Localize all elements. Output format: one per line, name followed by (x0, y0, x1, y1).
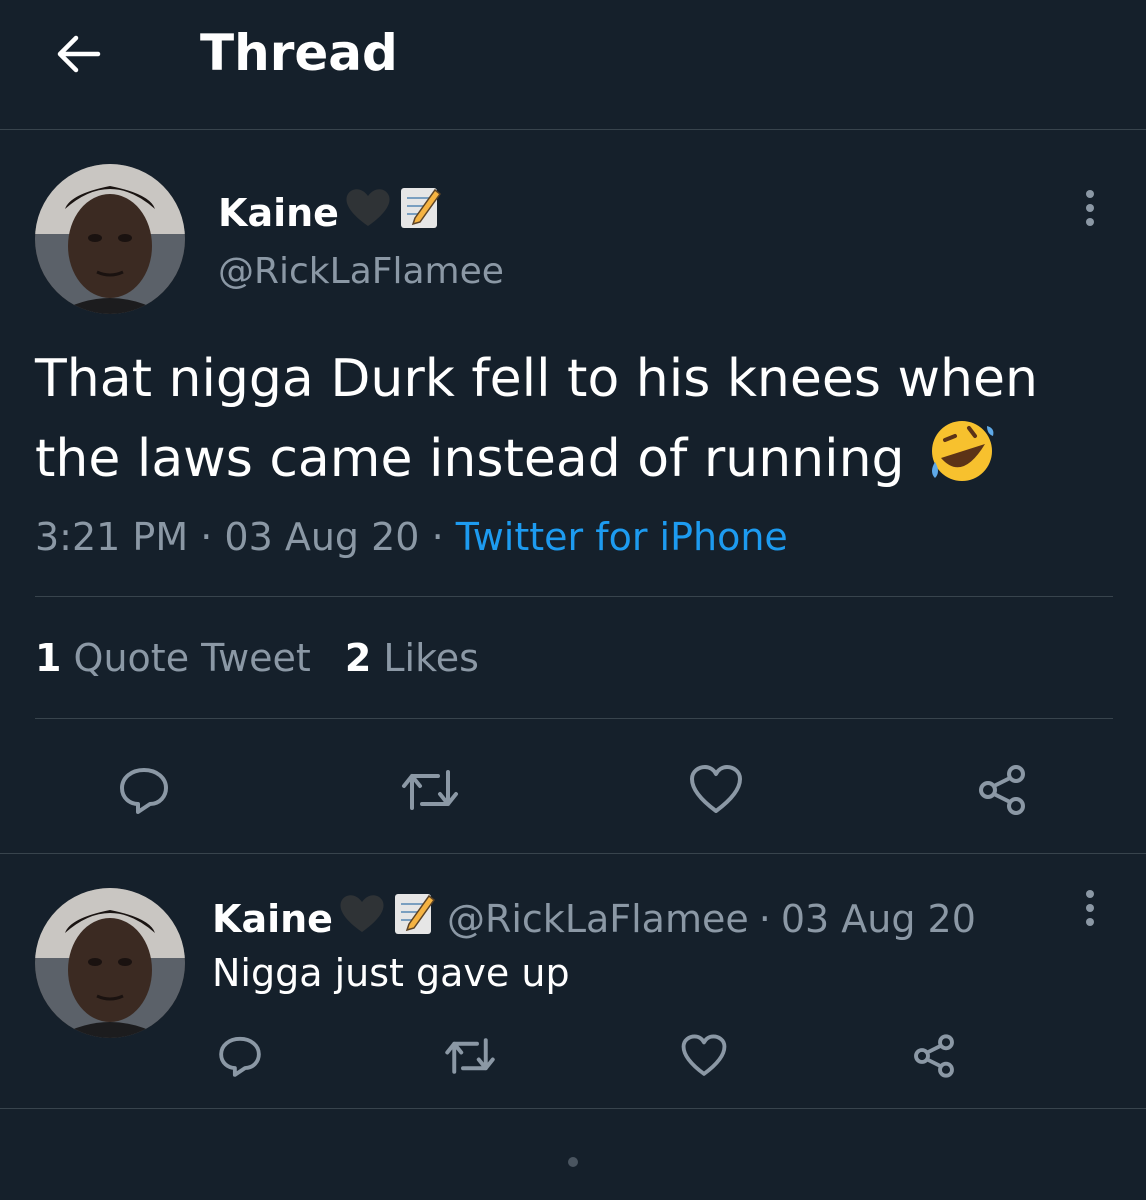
more-dot-icon (1086, 204, 1094, 212)
more-options-button[interactable] (1075, 883, 1105, 933)
more-dot-icon (1086, 190, 1094, 198)
rolling-on-floor-laughing-icon (927, 418, 997, 506)
reply-icon (219, 1036, 261, 1077)
tweet-source-link[interactable]: Twitter for iPhone (456, 515, 788, 559)
meta-separator: · (758, 897, 771, 941)
tweet-date: 03 Aug 20 (224, 515, 420, 559)
black-heart-icon (337, 892, 387, 946)
back-button[interactable] (46, 22, 110, 86)
reply-author-handle[interactable]: @RickLaFlamee (447, 894, 749, 944)
share-icon (914, 1034, 954, 1078)
scroll-indicator (568, 1157, 578, 1167)
divider (0, 853, 1146, 854)
like-button[interactable] (684, 758, 748, 822)
tweet-body: That nigga Durk fell to his knees when t… (35, 349, 1038, 489)
retweet-icon (402, 770, 458, 810)
tweet-stats: 1 Quote Tweet 2 Likes (35, 633, 479, 683)
author-name[interactable]: Kaine (218, 184, 441, 241)
reply-icon (120, 768, 168, 814)
share-button[interactable] (906, 1028, 962, 1084)
divider (35, 718, 1113, 719)
avatar-image (35, 888, 185, 1038)
author-handle[interactable]: @RickLaFlamee (218, 248, 504, 296)
thread-screen: Thread Kaine @RickLaFlamee That nigga Du… (0, 0, 1146, 1200)
more-dot-icon (1086, 218, 1094, 226)
reply-button[interactable] (112, 758, 176, 822)
reply-header: Kaine @RickLaFlamee · 03 Aug 20 (212, 890, 976, 948)
reply-button[interactable] (212, 1028, 268, 1084)
avatar[interactable] (35, 888, 185, 1038)
more-dot-icon (1086, 904, 1094, 912)
retweet-icon (445, 1038, 495, 1074)
likes-link[interactable]: 2 Likes (345, 636, 479, 680)
reply-date[interactable]: 03 Aug 20 (781, 894, 976, 944)
heart-icon (690, 765, 742, 813)
tweet-meta: 3:21 PM · 03 Aug 20 · Twitter for iPhone (35, 512, 788, 562)
quote-count: 1 (35, 636, 62, 680)
black-heart-icon (343, 186, 393, 239)
retweet-button[interactable] (440, 1028, 500, 1084)
meta-separator: · (431, 515, 444, 559)
meta-separator: · (200, 515, 213, 559)
retweet-button[interactable] (396, 758, 464, 822)
share-button[interactable] (970, 758, 1034, 822)
more-dot-icon (1086, 890, 1094, 898)
top-bar: Thread (0, 0, 1146, 130)
share-icon (979, 765, 1025, 815)
heart-icon (681, 1034, 727, 1076)
tweet-time: 3:21 PM (35, 515, 189, 559)
avatar[interactable] (35, 164, 185, 314)
memo-icon (393, 890, 435, 948)
reply-text: Nigga just gave up (212, 951, 570, 995)
more-options-button[interactable] (1075, 183, 1105, 233)
memo-icon (399, 184, 441, 241)
divider (0, 1108, 1146, 1109)
author-name-text: Kaine (218, 190, 339, 235)
quote-tweets-link[interactable]: 1 Quote Tweet (35, 636, 311, 680)
like-count: 2 (344, 636, 372, 680)
tweet-text: That nigga Durk fell to his knees when t… (35, 340, 1115, 506)
page-title: Thread (200, 24, 398, 82)
arrow-left-icon (57, 35, 101, 73)
likes-label: Likes (383, 636, 479, 680)
quote-label: Quote Tweet (73, 636, 311, 680)
divider (35, 596, 1113, 597)
reply-author-name[interactable]: Kaine (212, 894, 333, 944)
avatar-image (35, 164, 185, 314)
like-button[interactable] (676, 1028, 732, 1084)
more-dot-icon (1086, 918, 1094, 926)
